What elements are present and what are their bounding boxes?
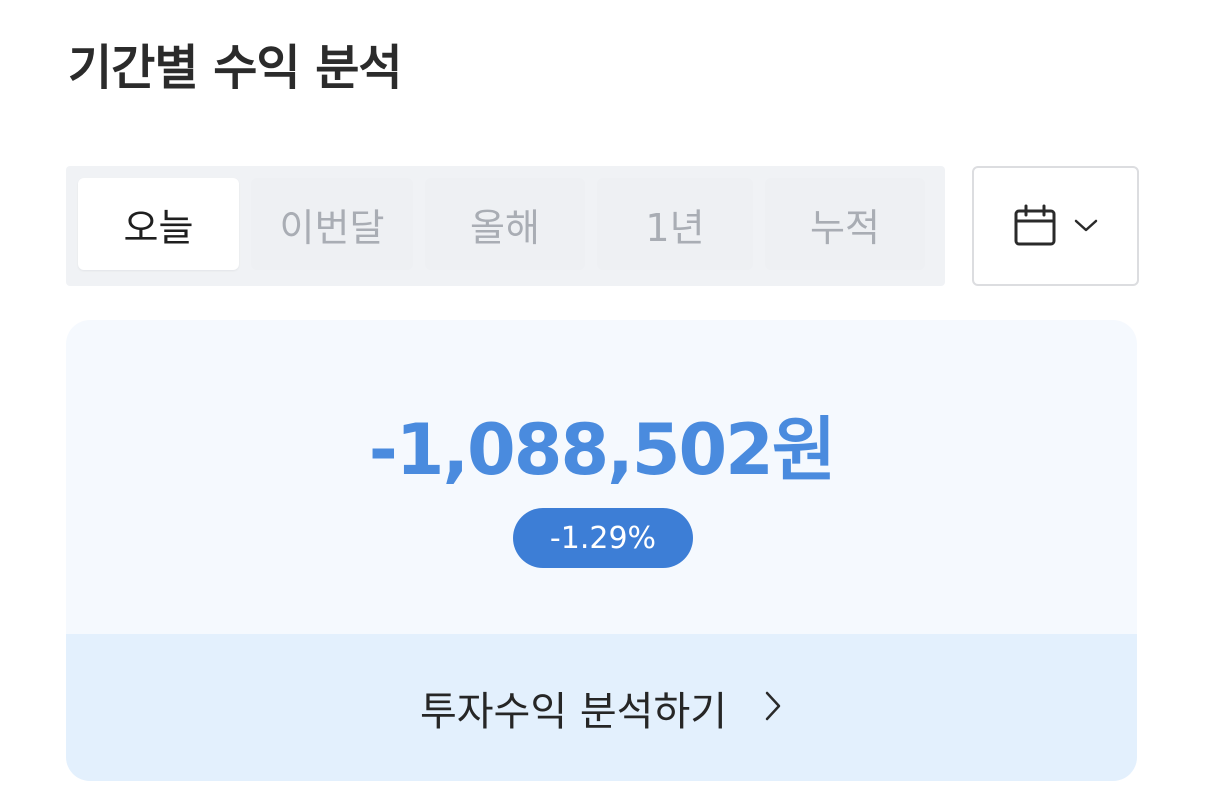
investment-analysis-label: 투자수익 분석하기 (419, 688, 728, 735)
investment-analysis-link[interactable]: 투자수익 분석하기 (66, 634, 1137, 781)
period-tab-group: 오늘 이번달 올해 1년 누적 (66, 166, 945, 286)
tab-this-month[interactable]: 이번달 (251, 178, 413, 270)
tab-cumulative[interactable]: 누적 (765, 178, 925, 270)
profit-amount: -1,088,502원 (368, 409, 837, 491)
chevron-down-icon (1073, 218, 1099, 234)
page: 기간별 수익 분석 오늘 이번달 올해 1년 누적 -1,088,502원 -1… (0, 0, 1206, 812)
tab-this-year[interactable]: 올해 (425, 178, 585, 270)
tab-one-year[interactable]: 1년 (597, 178, 753, 270)
date-picker-button[interactable] (972, 166, 1139, 286)
calendar-icon (1013, 204, 1057, 248)
tab-today[interactable]: 오늘 (78, 178, 239, 270)
chevron-right-icon (763, 689, 783, 727)
profit-summary-card: -1,088,502원 -1.29% 투자수익 분석하기 (66, 320, 1137, 781)
profit-rate-badge: -1.29% (513, 508, 693, 568)
page-title: 기간별 수익 분석 (68, 40, 403, 96)
